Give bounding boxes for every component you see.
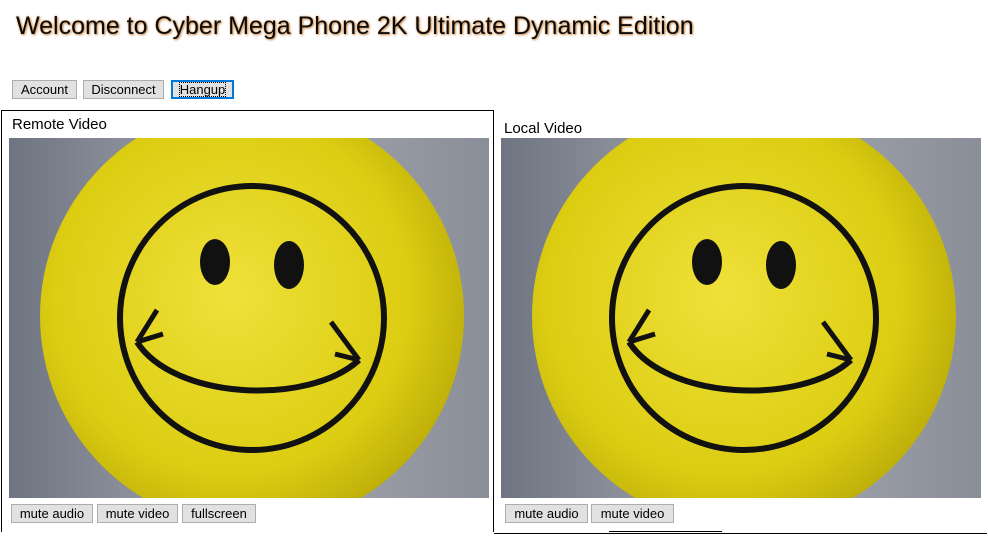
remote-smiley-image — [9, 138, 489, 498]
divider — [609, 531, 722, 532]
page: Welcome to Cyber Mega Phone 2K Ultimate … — [0, 0, 988, 538]
hangup-button[interactable]: Hangup — [171, 80, 234, 99]
account-button-label: Account — [21, 82, 68, 97]
local-smiley-image — [501, 138, 981, 498]
local-mute-audio-button[interactable]: mute audio — [505, 504, 588, 523]
disconnect-button[interactable]: Disconnect — [83, 80, 164, 99]
fullscreen-button-label: fullscreen — [191, 506, 247, 521]
local-mute-video-button[interactable]: mute video — [591, 504, 674, 523]
local-mute-audio-label: mute audio — [514, 506, 579, 521]
divider — [494, 533, 987, 534]
remote-mute-audio-label: mute audio — [19, 506, 85, 521]
remote-mute-audio-button[interactable]: mute audio — [11, 504, 93, 523]
remote-video-label: Remote Video — [12, 116, 107, 133]
local-mute-video-label: mute video — [600, 506, 665, 521]
fullscreen-button[interactable]: fullscreen — [182, 504, 256, 523]
hangup-button-label: Hangup — [178, 82, 227, 97]
local-video[interactable] — [501, 138, 981, 498]
page-title: Welcome to Cyber Mega Phone 2K Ultimate … — [16, 12, 694, 40]
remote-mute-video-label: mute video — [105, 506, 170, 521]
remote-video[interactable] — [9, 138, 489, 498]
local-video-label: Local Video — [504, 120, 583, 137]
account-button[interactable]: Account — [12, 80, 77, 99]
disconnect-button-label: Disconnect — [91, 82, 156, 97]
remote-mute-video-button[interactable]: mute video — [97, 504, 178, 523]
